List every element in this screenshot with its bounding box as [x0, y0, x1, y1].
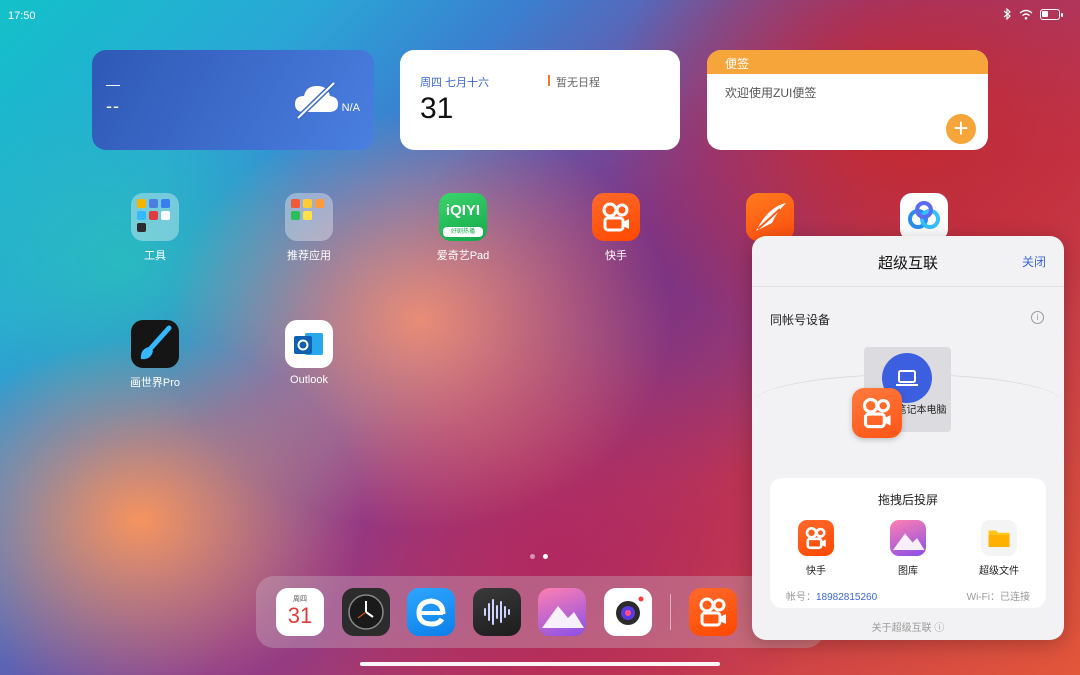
calendar-widget[interactable]: 周四 七月十六 31 暂无日程 [400, 50, 680, 150]
status-bar: 17:50 [0, 0, 1080, 30]
dragging-kuaishou-icon[interactable] [852, 388, 902, 438]
feather-app-icon [746, 193, 794, 241]
iqiyi-icon: iQIYI 好剧热播 [439, 193, 487, 241]
page-dot[interactable] [530, 554, 535, 559]
account-label: 帐号： [786, 592, 816, 603]
camera-icon[interactable] [604, 588, 652, 636]
app-tools-folder[interactable]: 工具 [110, 193, 200, 263]
app-label: Outlook [290, 374, 328, 386]
iqiyi-logo-text: iQIYI [445, 202, 481, 219]
note-title: 便签 [707, 50, 988, 74]
same-account-label: 同帐号设备 [770, 313, 831, 327]
iqiyi-tag: 好剧热播 [443, 227, 483, 237]
super-connect-panel: 超级互联 关闭 同帐号设备 i 联想笔记本电脑 拖拽后投屏 快手 图库 超级文件… [752, 236, 1064, 640]
cast-app-files[interactable]: 超级文件 [969, 520, 1029, 577]
app-label: 推荐应用 [287, 250, 331, 262]
about-link[interactable]: 关于超级互联 ⓘ [752, 619, 1064, 634]
cast-app-label: 超级文件 [979, 566, 1019, 577]
paintbrush-icon [131, 320, 179, 368]
app-label: 工具 [144, 250, 166, 262]
folder-icon [981, 520, 1017, 556]
cloud-off-icon [295, 81, 338, 120]
outlook-icon [285, 320, 333, 368]
calendar-icon[interactable]: 周四 31 [276, 588, 324, 636]
wifi-icon [1019, 9, 1033, 19]
app-kuaishou[interactable]: 快手 [571, 193, 661, 263]
page-indicator [530, 554, 548, 559]
schedule-marker [548, 75, 550, 86]
account-value: 18982815260 [816, 592, 878, 603]
gallery-icon [890, 520, 926, 556]
wifi-status: Wi-Fi：已连接 [966, 592, 1030, 603]
status-time: 17:50 [8, 10, 36, 22]
bluetooth-icon [1003, 8, 1011, 20]
kuaishou-icon[interactable] [689, 588, 737, 636]
app-iqiyi[interactable]: iQIYI 好剧热播 爱奇艺Pad [418, 193, 508, 263]
gallery-icon[interactable] [538, 588, 586, 636]
app-label: 画世界Pro [129, 377, 181, 389]
cast-app-label: 图库 [898, 566, 918, 577]
cast-app-label: 快手 [806, 566, 826, 577]
dock: 周四 31 [256, 576, 824, 648]
cast-title: 拖拽后投屏 [877, 493, 938, 507]
weather-widget[interactable]: — -- N/A [92, 50, 374, 150]
kuaishou-icon [798, 520, 834, 556]
status-icons [1002, 8, 1063, 20]
app-outlook[interactable]: Outlook [264, 320, 354, 386]
app-label: 快手 [605, 250, 627, 262]
panel-title: 超级互联 [877, 255, 938, 272]
schedule-status: 暂无日程 [556, 77, 600, 89]
calendar-date: 周四 七月十六 [420, 77, 490, 89]
cast-card: 拖拽后投屏 快手 图库 超级文件 帐号：18982815260 Wi-Fi：已连… [770, 478, 1046, 608]
folder-icon [285, 193, 333, 241]
clock-icon[interactable] [342, 588, 390, 636]
account-info: 帐号：18982815260 [786, 588, 877, 603]
app-label: 爱奇艺Pad [436, 250, 490, 262]
note-text: 欢迎使用ZUI便签 [725, 86, 817, 100]
dock-calendar-day: 31 [287, 603, 313, 628]
weather-line1: — [106, 76, 120, 92]
home-indicator[interactable] [360, 662, 720, 666]
dock-divider [670, 594, 671, 630]
cast-app-gallery[interactable]: 图库 [878, 520, 938, 577]
note-widget[interactable]: 便签 欢迎使用ZUI便签 + [707, 50, 988, 150]
battery-icon [1040, 8, 1063, 20]
browser-icon[interactable] [407, 588, 455, 636]
cloud-app-icon [900, 193, 948, 241]
close-button[interactable]: 关闭 [1022, 253, 1046, 270]
add-note-button[interactable]: + [946, 114, 976, 144]
page-dot-active[interactable] [543, 554, 548, 559]
folder-icon [131, 193, 179, 241]
weather-status: N/A [341, 102, 360, 114]
panel-divider [752, 286, 1064, 287]
app-huashijie[interactable]: 画世界Pro [110, 320, 200, 390]
calendar-day: 31 [420, 92, 454, 125]
kuaishou-icon [592, 193, 640, 241]
info-icon[interactable]: i [1031, 311, 1044, 324]
recorder-icon[interactable] [473, 588, 521, 636]
weather-line2: -- [106, 96, 120, 116]
app-recommended-folder[interactable]: 推荐应用 [264, 193, 354, 263]
cast-app-kuaishou[interactable]: 快手 [786, 520, 846, 577]
